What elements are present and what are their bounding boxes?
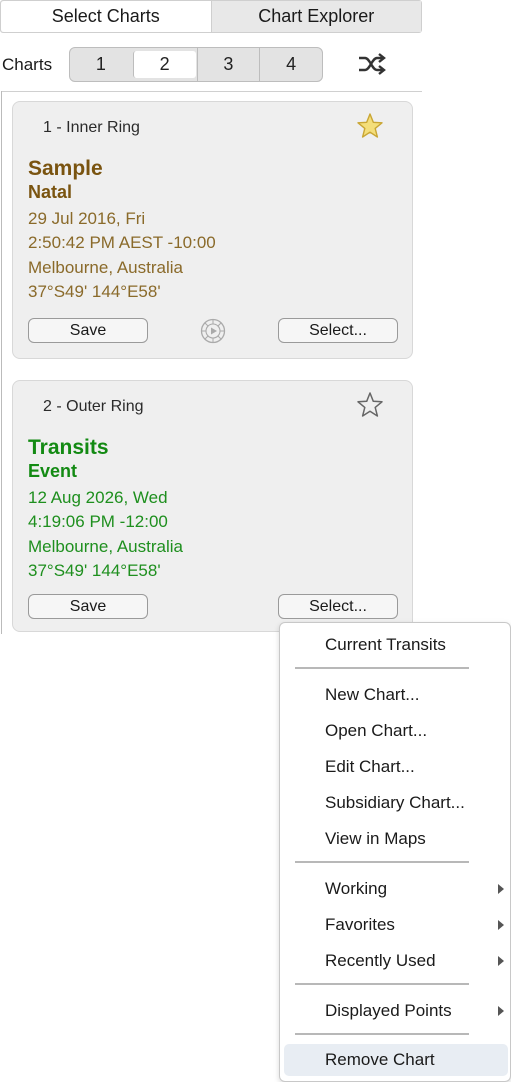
chart-date: 12 Aug 2026, Wed [28,488,168,507]
chart-slot-4[interactable]: 4 [259,48,322,81]
menu-item-recently-used[interactable]: Recently Used [280,945,510,977]
menu-separator [295,667,469,669]
menu-separator [295,861,469,863]
menu-item-working[interactable]: Working [280,873,510,905]
star-outline-icon[interactable] [356,391,384,419]
menu-item-current-transits[interactable]: Current Transits [280,629,510,661]
menu-item-label: Favorites [325,915,395,934]
chart-type: Natal [28,182,73,202]
menu-item-open-chart[interactable]: Open Chart... [280,715,510,747]
tab-chart-explorer[interactable]: Chart Explorer [211,1,421,32]
menu-item-displayed-points[interactable]: Displayed Points [280,995,510,1027]
menu-item-subsidiary-chart[interactable]: Subsidiary Chart... [280,787,510,819]
submenu-arrow-icon [498,956,504,966]
chart-wheel-play-icon[interactable] [200,318,226,344]
charts-label: Charts [2,55,53,74]
chart-slot-1[interactable]: 1 [70,48,132,81]
submenu-arrow-icon [498,920,504,930]
chart-type: Event [28,461,78,481]
tab-select-charts[interactable]: Select Charts [1,1,212,32]
chart-name: Transits [28,436,109,459]
ring-title: 1 - Inner Ring [43,119,140,136]
chart-place: Melbourne, Australia [28,258,183,277]
select-button[interactable]: Select... [278,594,398,619]
chart-place: Melbourne, Australia [28,537,183,556]
chart-slot-selector: 1 2 3 4 [69,47,323,82]
menu-item-new-chart[interactable]: New Chart... [280,679,510,711]
chart-date: 29 Jul 2016, Fri [28,209,146,228]
select-context-menu: Current Transits New Chart... Open Chart… [279,622,511,1082]
menu-item-remove-chart[interactable]: Remove Chart [284,1044,508,1076]
menu-item-favorites[interactable]: Favorites [280,909,510,941]
divider [1,91,2,634]
submenu-arrow-icon [498,1006,504,1016]
chart-slot-3[interactable]: 3 [196,48,260,81]
menu-item-label: Working [325,879,388,898]
save-button[interactable]: Save [28,594,148,619]
divider [1,91,422,92]
chart-time: 4:19:06 PM -12:00 [28,512,168,531]
menu-separator [295,983,469,985]
save-button[interactable]: Save [28,318,148,343]
chart-slot-2[interactable]: 2 [132,51,196,78]
chart-time: 2:50:42 PM AEST -10:00 [28,233,216,252]
menu-item-view-in-maps[interactable]: View in Maps [280,823,510,855]
menu-item-edit-chart[interactable]: Edit Chart... [280,751,510,783]
menu-separator [295,1033,469,1035]
ring-title: 2 - Outer Ring [43,398,144,415]
menu-item-label: Recently Used [325,951,436,970]
star-filled-icon[interactable] [356,112,384,140]
chart-card-outer-ring: 2 - Outer Ring Transits Event 12 Aug 202… [12,380,413,632]
top-tab-bar: Select Charts Chart Explorer [0,0,422,33]
submenu-arrow-icon [498,884,504,894]
chart-coords: 37°S49' 144°E58' [28,561,161,580]
shuffle-icon[interactable] [356,50,386,78]
select-button[interactable]: Select... [278,318,398,343]
chart-coords: 37°S49' 144°E58' [28,282,161,301]
chart-name: Sample [28,157,103,180]
menu-item-label: Displayed Points [325,1001,452,1020]
chart-card-inner-ring: 1 - Inner Ring Sample Natal 29 Jul 2016,… [12,101,413,359]
